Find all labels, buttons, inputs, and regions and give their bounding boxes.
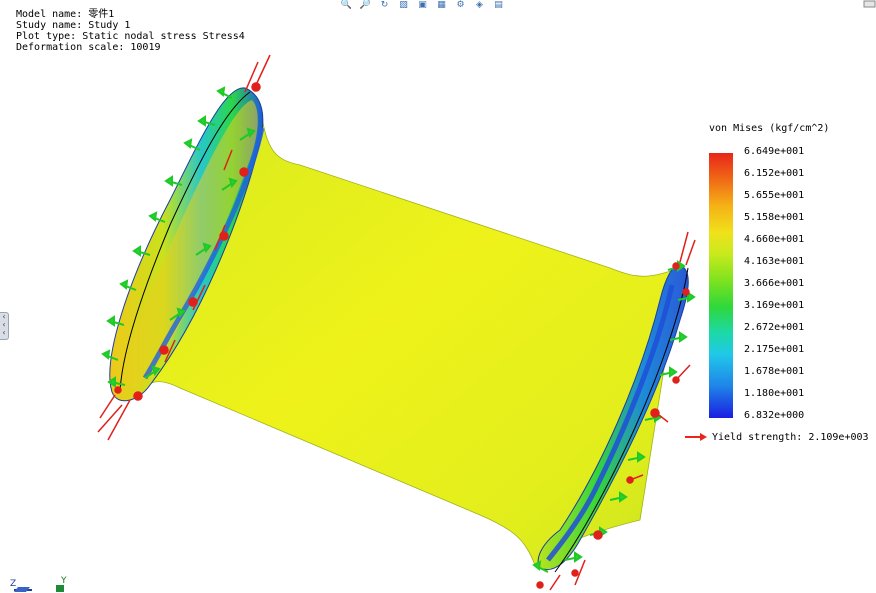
yield-strength-label: Yield strength: 2.109e+003 <box>712 432 869 443</box>
study-name-text: Study name: Study 1 <box>16 20 131 31</box>
zoom-area-icon[interactable]: 🔎 <box>359 0 372 10</box>
coordinate-triad: Z Y <box>10 576 67 592</box>
yield-strength: Yield strength: 2.109e+003 <box>684 432 869 443</box>
plot-info: Model name: 零件1 Study name: Study 1 Plot… <box>16 9 245 53</box>
legend-tick: 4.163e+001 <box>744 256 805 267</box>
legend-tick: 6.649e+001 <box>744 146 805 157</box>
heads-up-toolbar: 🔍 🔎 ↻ ▧ ▣ ▦ ⚙ ◈ ▤ <box>340 0 505 12</box>
legend-tick: 5.655e+001 <box>744 190 805 201</box>
legend-tick: 6.152e+001 <box>744 168 805 179</box>
zoom-to-fit-icon[interactable]: 🔍 <box>340 0 353 10</box>
yield-arrow-icon <box>685 433 707 441</box>
triad-y-label: Y <box>60 576 67 586</box>
scene-icon[interactable]: ▤ <box>492 0 505 10</box>
legend-tick: 2.175e+001 <box>744 344 805 355</box>
appearance-icon[interactable]: ◈ <box>473 0 486 10</box>
legend-tick: 4.660e+001 <box>744 234 805 245</box>
section-view-icon[interactable]: ▧ <box>397 0 410 10</box>
legend-title: von Mises (kgf/cm^2) <box>709 123 830 134</box>
legend-tick: 6.832e+000 <box>744 410 805 421</box>
model-name-text: Model name: 零件1 <box>16 9 115 20</box>
view-orientation-icon[interactable]: ▣ <box>416 0 429 10</box>
legend-tick: 3.666e+001 <box>744 278 805 289</box>
panel-collapse-handle[interactable]: ‹ ‹ ‹ <box>0 312 9 340</box>
window-control-icon[interactable] <box>863 0 876 8</box>
legend-tick: 3.169e+001 <box>744 300 805 311</box>
legend-tick: 5.158e+001 <box>744 212 805 223</box>
stress-colorbar <box>709 153 733 418</box>
rotate-icon[interactable]: ↻ <box>378 0 391 10</box>
legend-tick: 2.672e+001 <box>744 322 805 333</box>
hide-show-icon[interactable]: ⚙ <box>454 0 467 10</box>
legend-tick: 1.678e+001 <box>744 366 805 377</box>
plot-type-text: Plot type: Static nodal stress Stress4 <box>16 31 245 42</box>
model-viewport[interactable] <box>0 0 876 593</box>
deformation-scale-text: Deformation scale: 10019 <box>16 42 161 53</box>
legend-tick: 1.180e+001 <box>744 388 805 399</box>
triad-z-label: Z <box>10 579 16 589</box>
display-style-icon[interactable]: ▦ <box>435 0 448 10</box>
